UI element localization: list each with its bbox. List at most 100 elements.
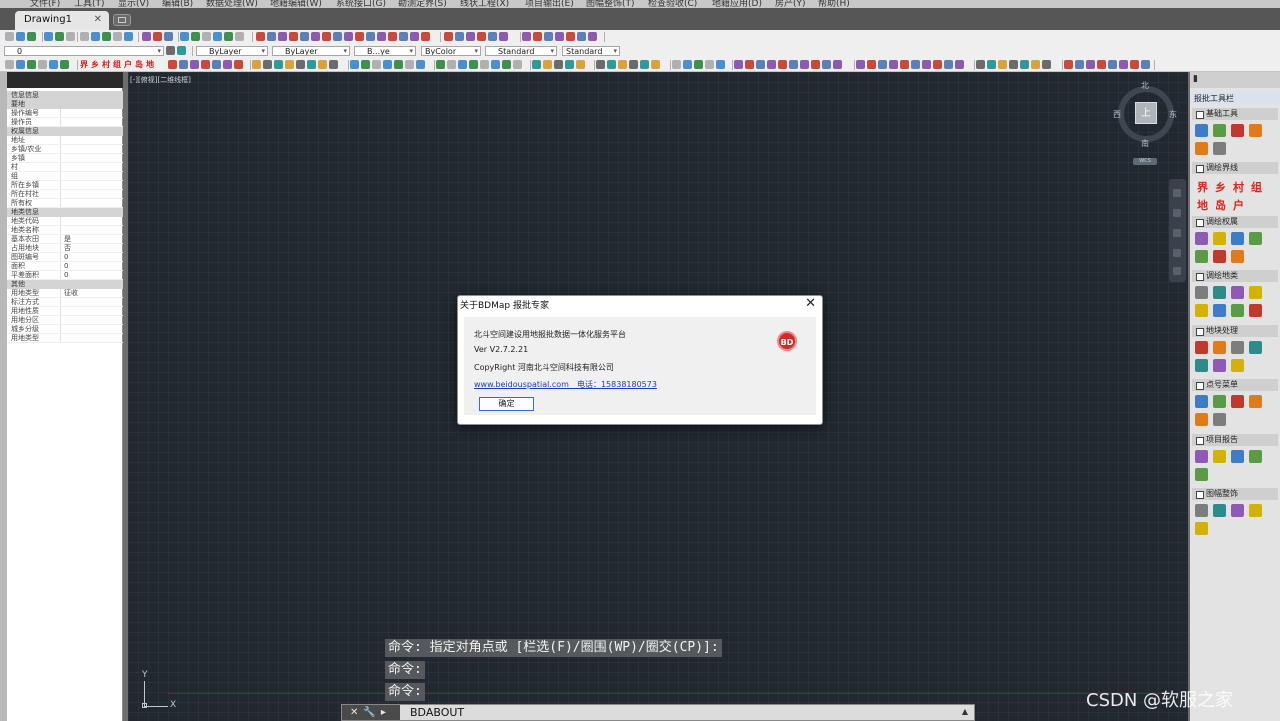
toolbar-tool-icon[interactable]: [44, 32, 53, 41]
toolbar-tool-icon[interactable]: [164, 32, 173, 41]
toolbar-tool-icon[interactable]: [436, 60, 445, 69]
toolbar-tool-icon[interactable]: [361, 60, 370, 69]
palette-row[interactable]: 地址: [7, 136, 123, 145]
viewport-label[interactable]: [-][俯视][二维线框]: [130, 75, 191, 85]
panel-tool-icon[interactable]: [1195, 142, 1208, 155]
toolbar-tool-icon[interactable]: [16, 60, 25, 69]
panel-tool-icon[interactable]: [1195, 286, 1208, 299]
new-tab-button[interactable]: [113, 14, 131, 26]
toolbar-tool-icon[interactable]: [480, 60, 489, 69]
linetype-combo[interactable]: ByLayer: [272, 46, 350, 56]
panel-tool-icon[interactable]: [1213, 304, 1226, 317]
panel-tool-icon[interactable]: [1231, 341, 1244, 354]
group-points[interactable]: 点号菜单: [1192, 379, 1278, 391]
panel-tool-icon[interactable]: [1249, 341, 1262, 354]
toolbar-tool-icon[interactable]: [322, 32, 331, 41]
toolbar-tool-icon[interactable]: [307, 60, 316, 69]
palette-value[interactable]: 否: [64, 244, 71, 252]
toolbar-tool-icon[interactable]: [554, 60, 563, 69]
toolbar-tool-icon[interactable]: [618, 60, 627, 69]
toolbar-tool-icon[interactable]: [1097, 60, 1106, 69]
boundary-di-button[interactable]: 地: [1197, 197, 1208, 213]
showmotion-icon[interactable]: [1173, 249, 1181, 257]
toolbar-tool-icon[interactable]: [522, 32, 531, 41]
toolbar-tool-icon[interactable]: [366, 32, 375, 41]
panel-tool-icon[interactable]: [1231, 124, 1244, 137]
toolbar-tool-icon[interactable]: [833, 60, 842, 69]
command-expand-icon[interactable]: ▲: [962, 707, 968, 716]
panel-tool-icon[interactable]: [1195, 232, 1208, 245]
toolbar-tool-icon[interactable]: [640, 60, 649, 69]
toolbar-tool-icon[interactable]: [469, 60, 478, 69]
toolbar-tool-icon[interactable]: [565, 60, 574, 69]
panel-tool-icon[interactable]: [1231, 286, 1244, 299]
panel-tool-icon[interactable]: [1213, 250, 1226, 263]
toolbar-tool-icon[interactable]: [38, 60, 47, 69]
toolbar-tool-icon[interactable]: [180, 32, 189, 41]
toolbar-tool-icon[interactable]: [201, 60, 210, 69]
toolbar-tool-icon[interactable]: [502, 60, 511, 69]
toolbar-tool-icon[interactable]: [694, 60, 703, 69]
toolbar-tool-icon[interactable]: [955, 60, 964, 69]
toolbar-tool-icon[interactable]: [576, 60, 585, 69]
wcs-menu-button[interactable]: WCS: [1133, 158, 1157, 165]
command-input[interactable]: BDABOUT: [410, 706, 464, 719]
palette-row[interactable]: 平差面积 0: [7, 271, 123, 280]
toolbar-tool-icon[interactable]: [1064, 60, 1073, 69]
menu-item-9[interactable]: 项目输出(E): [525, 0, 574, 8]
toolbar-tool-icon[interactable]: [987, 60, 996, 69]
panel-tool-icon[interactable]: [1195, 413, 1208, 426]
toolbar-tool-icon[interactable]: [1130, 60, 1139, 69]
panel-tool-icon[interactable]: [1231, 450, 1244, 463]
lineweight-combo[interactable]: B...ye: [354, 46, 416, 56]
panel-tool-icon[interactable]: [1213, 413, 1226, 426]
group-sheet[interactable]: 图幅整饰: [1192, 488, 1278, 500]
panel-tool-icon[interactable]: [1231, 232, 1244, 245]
panel-tool-icon[interactable]: [1195, 341, 1208, 354]
boundary-hu-button[interactable]: 户: [1233, 197, 1244, 213]
panel-tool-icon[interactable]: [1195, 522, 1208, 535]
palette-row[interactable]: 所在村社: [7, 190, 123, 199]
menu-item-2[interactable]: 显示(V): [118, 0, 149, 8]
palette-row[interactable]: 地类名称: [7, 226, 123, 235]
toolbar-tool-icon[interactable]: [513, 60, 522, 69]
palette-section[interactable]: 信息信息: [7, 91, 123, 100]
toolbar-tool-icon[interactable]: [933, 60, 942, 69]
menu-item-13[interactable]: 房产(Y): [775, 0, 806, 8]
toolbar-tool-icon[interactable]: [878, 60, 887, 69]
palette-row[interactable]: 标注方式: [7, 298, 123, 307]
ok-button[interactable]: 确定: [479, 397, 534, 411]
toolbar-tool-icon[interactable]: [976, 60, 985, 69]
toolbar-tool-icon[interactable]: [734, 60, 743, 69]
panel-tool-icon[interactable]: [1231, 304, 1244, 317]
layer-combo[interactable]: 0: [4, 46, 164, 56]
toolbar-tool-icon[interactable]: [705, 60, 714, 69]
toolbar-tool-icon[interactable]: [716, 60, 725, 69]
toolbar-tool-icon[interactable]: [333, 32, 342, 41]
steering-wheel-icon[interactable]: [1173, 267, 1181, 275]
toolbar-tool-icon[interactable]: [91, 32, 100, 41]
toolbar-tool-icon[interactable]: [1042, 60, 1051, 69]
website-link[interactable]: www.beidouspatial.com 电话：15838180573: [474, 379, 657, 390]
toolbar-tool-icon[interactable]: [1108, 60, 1117, 69]
toolbar-tool-icon[interactable]: [683, 60, 692, 69]
palette-value[interactable]: 0: [64, 253, 68, 261]
toolbar-tool-icon[interactable]: [388, 32, 397, 41]
toolbar-tool-icon[interactable]: [289, 32, 298, 41]
panel-tool-icon[interactable]: [1195, 124, 1208, 137]
plotstyle-combo[interactable]: ByColor: [421, 46, 481, 56]
toolbar-tool-icon[interactable]: [856, 60, 865, 69]
toolbar-tool-icon[interactable]: [300, 32, 309, 41]
quick-char-buttons[interactable]: 界乡村组户岛地: [80, 59, 157, 70]
palette-row[interactable]: 用地分区: [7, 316, 123, 325]
panel-tool-icon[interactable]: [1249, 286, 1262, 299]
panel-tool-icon[interactable]: [1213, 504, 1226, 517]
palette-row[interactable]: 操作编号: [7, 109, 123, 118]
panel-tool-icon[interactable]: [1213, 124, 1226, 137]
toolbar-tool-icon[interactable]: [1009, 60, 1018, 69]
toolbar-tool-icon[interactable]: [778, 60, 787, 69]
palette-row[interactable]: 用地性质: [7, 307, 123, 316]
panel-tool-icon[interactable]: [1231, 504, 1244, 517]
palette-value[interactable]: 0: [64, 271, 68, 279]
panel-tool-icon[interactable]: [1213, 286, 1226, 299]
